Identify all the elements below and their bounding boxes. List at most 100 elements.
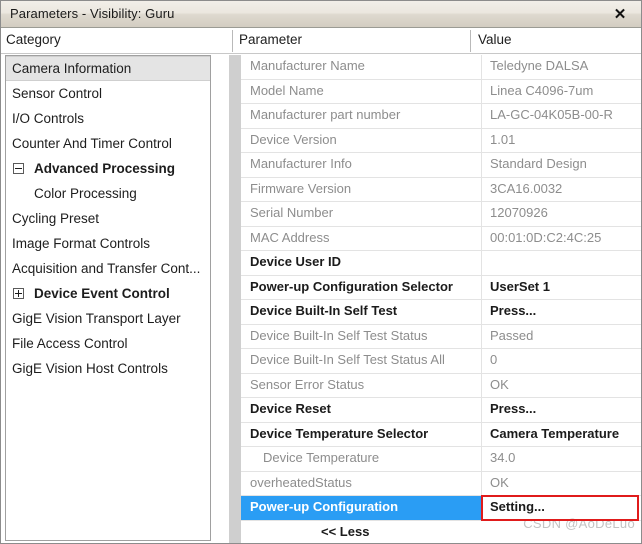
sidebar-item-gige-vision-host-controls[interactable]: GigE Vision Host Controls xyxy=(6,356,210,381)
row-column-divider xyxy=(481,349,482,373)
table-row[interactable]: Manufacturer part number LA-GC-04K05B-00-… xyxy=(241,104,641,129)
table-row[interactable]: Firmware Version 3CA16.0032 xyxy=(241,177,641,202)
tree-collapse-icon[interactable] xyxy=(13,163,24,174)
parameter-value[interactable]: OK xyxy=(490,475,509,490)
parameter-name: Device Built-In Self Test xyxy=(250,303,398,318)
row-column-divider xyxy=(481,471,482,495)
table-row[interactable]: Device User ID xyxy=(241,251,641,276)
sidebar-item-device-event-control[interactable]: Device Event Control xyxy=(6,281,210,306)
sidebar-item-label: Cycling Preset xyxy=(12,211,100,226)
column-header-parameter: Parameter xyxy=(239,32,303,47)
table-row[interactable]: Manufacturer Name Teledyne DALSA xyxy=(241,55,641,80)
parameter-name: Firmware Version xyxy=(250,180,352,196)
sidebar-item-label: GigE Vision Host Controls xyxy=(12,361,168,376)
parameter-name: Power-up Configuration Selector xyxy=(250,278,453,294)
row-column-divider xyxy=(481,79,482,103)
table-row[interactable]: Device Temperature Selector Camera Temper… xyxy=(241,422,641,447)
row-column-divider xyxy=(481,324,482,348)
table-row[interactable]: Device Version 1.01 xyxy=(241,128,641,153)
sidebar-item-label: GigE Vision Transport Layer xyxy=(12,311,181,326)
grid-gutter xyxy=(229,55,241,543)
parameter-name: Device Temperature xyxy=(263,450,380,465)
parameter-value[interactable]: Standard Design xyxy=(490,156,587,171)
parameter-value[interactable]: Camera Temperature xyxy=(490,426,619,441)
row-column-divider xyxy=(481,202,482,226)
row-column-divider xyxy=(481,226,482,250)
sidebar-item-image-format-controls[interactable]: Image Format Controls xyxy=(6,231,210,256)
parameter-name: Device Built-In Self Test Status xyxy=(250,327,428,343)
table-row[interactable]: Device Built-In Self Test Status All 0 xyxy=(241,349,641,374)
parameter-value[interactable]: Press... xyxy=(490,401,536,416)
table-row[interactable]: Power-up Configuration Selector UserSet 1 xyxy=(241,275,641,300)
row-column-divider xyxy=(481,300,482,324)
tree-expand-icon[interactable] xyxy=(13,288,24,299)
parameter-value[interactable]: 00:01:0D:C2:4C:25 xyxy=(490,230,601,245)
table-row[interactable]: overheatedStatus OK xyxy=(241,471,641,496)
parameter-name: Manufacturer Info xyxy=(250,156,352,171)
table-row[interactable]: Device Temperature 34.0 xyxy=(241,447,641,472)
sidebar-item-color-processing[interactable]: Color Processing xyxy=(6,181,210,206)
table-row[interactable]: Device Reset Press... xyxy=(241,398,641,423)
sidebar-item-gige-vision-transport-layer[interactable]: GigE Vision Transport Layer xyxy=(6,306,210,331)
table-row[interactable]: Sensor Error Status OK xyxy=(241,373,641,398)
parameter-value[interactable]: UserSet 1 xyxy=(490,279,550,294)
table-row[interactable]: MAC Address 00:01:0D:C2:4C:25 xyxy=(241,226,641,251)
parameter-name: Power-up Configuration xyxy=(250,499,399,514)
parameter-value[interactable]: Linea C4096-7um xyxy=(490,83,593,98)
row-column-divider xyxy=(481,55,482,79)
parameter-value[interactable]: LA-GC-04K05B-00-R xyxy=(490,107,613,122)
header-divider-right xyxy=(470,30,471,52)
sidebar-item-label: Advanced Processing xyxy=(34,161,176,176)
row-column-divider xyxy=(481,153,482,177)
sidebar-item-label: Camera Information xyxy=(12,61,132,76)
row-column-divider xyxy=(481,275,482,299)
row-column-divider xyxy=(481,128,482,152)
table-row[interactable]: Power-up Configuration Setting... xyxy=(241,495,641,521)
parameter-value[interactable]: 1.01 xyxy=(490,132,515,147)
parameter-rows: Manufacturer Name Teledyne DALSA Model Nam… xyxy=(241,55,641,543)
parameter-value[interactable]: 12070926 xyxy=(490,205,548,220)
table-row[interactable]: Device Built-In Self Test Press... xyxy=(241,300,641,325)
sidebar-item-advanced-processing[interactable]: Advanced Processing xyxy=(6,156,210,181)
parameter-value[interactable]: 34.0 xyxy=(490,450,515,465)
sidebar-item-camera-information[interactable]: Camera Information xyxy=(6,56,210,81)
sidebar-item-counter-and-timer-control[interactable]: Counter And Timer Control xyxy=(6,131,210,156)
column-header-category: Category xyxy=(6,32,61,47)
parameter-name: Manufacturer part number xyxy=(250,107,401,122)
category-list[interactable]: Camera Information Sensor Control I/O Cont… xyxy=(5,55,211,541)
parameter-name: Device User ID xyxy=(250,254,342,269)
sidebar-item-i-o-controls[interactable]: I/O Controls xyxy=(6,106,210,131)
parameter-value[interactable]: Press... xyxy=(490,303,536,318)
sidebar-item-label: Device Event Control xyxy=(34,286,170,301)
parameter-grid: Manufacturer Name Teledyne DALSA Model Nam… xyxy=(229,55,641,543)
table-row[interactable]: Serial Number 12070926 xyxy=(241,202,641,227)
sidebar-item-file-access-control[interactable]: File Access Control xyxy=(6,331,210,356)
sidebar-item-cycling-preset[interactable]: Cycling Preset xyxy=(6,206,210,231)
parameter-name: MAC Address xyxy=(250,229,330,245)
table-row[interactable]: Manufacturer Info Standard Design xyxy=(241,153,641,178)
sidebar-item-sensor-control[interactable]: Sensor Control xyxy=(6,81,210,106)
sidebar-item-label: I/O Controls xyxy=(12,111,85,126)
parameter-value[interactable]: Passed xyxy=(490,328,533,343)
row-column-divider xyxy=(481,104,482,128)
parameter-name: Serial Number xyxy=(250,205,334,220)
sidebar-item-label: Counter And Timer Control xyxy=(12,136,172,151)
value-highlight-box xyxy=(481,495,639,521)
column-header-value: Value xyxy=(478,32,512,47)
row-column-divider xyxy=(481,422,482,446)
less-button[interactable]: << Less xyxy=(321,524,369,539)
parameter-value[interactable]: 3CA16.0032 xyxy=(490,181,562,196)
parameter-value[interactable]: OK xyxy=(490,377,509,392)
window-titlebar: Parameters - Visibility: Guru ✕ xyxy=(1,1,641,28)
table-row[interactable]: Model Name Linea C4096-7um xyxy=(241,79,641,104)
close-icon[interactable]: ✕ xyxy=(605,3,635,25)
sidebar-item-label: Image Format Controls xyxy=(12,236,151,251)
parameter-value[interactable]: 0 xyxy=(490,352,497,367)
row-column-divider xyxy=(481,447,482,471)
parameter-value[interactable]: Teledyne DALSA xyxy=(490,58,588,73)
sidebar-item-acquisition-and-transfer-cont[interactable]: Acquisition and Transfer Cont... xyxy=(6,256,210,281)
parameter-name: Device Version xyxy=(250,131,337,147)
parameters-window: Parameters - Visibility: Guru ✕ Category… xyxy=(0,0,642,544)
less-row: CSDN @AoDeLuo << Less xyxy=(241,516,641,543)
table-row[interactable]: Device Built-In Self Test Status Passed xyxy=(241,324,641,349)
